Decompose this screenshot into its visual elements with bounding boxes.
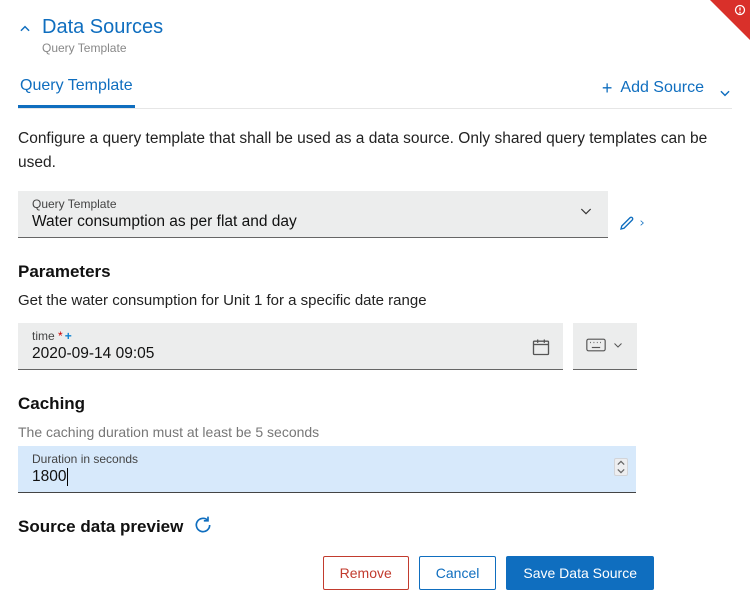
keyboard-icon xyxy=(586,338,606,355)
section-description: Configure a query template that shall be… xyxy=(18,127,732,175)
tab-query-template[interactable]: Query Template xyxy=(18,77,135,108)
caching-note: The caching duration must at least be 5 … xyxy=(18,424,732,440)
step-up-icon[interactable] xyxy=(615,459,627,467)
caching-heading: Caching xyxy=(18,394,732,414)
cancel-button[interactable]: Cancel xyxy=(419,556,497,590)
duration-value: 1800 xyxy=(32,468,626,486)
parameters-description: Get the water consumption for Unit 1 for… xyxy=(18,292,732,309)
time-label: time *+ xyxy=(32,329,553,343)
save-button[interactable]: Save Data Source xyxy=(506,556,654,590)
query-template-select[interactable]: Query Template Water consumption as per … xyxy=(18,191,608,238)
add-source-chevron-icon[interactable] xyxy=(718,86,732,100)
plus-icon: + xyxy=(602,79,613,97)
calendar-icon[interactable] xyxy=(531,337,551,360)
alert-icon xyxy=(734,4,746,19)
duration-input[interactable]: Duration in seconds 1800 xyxy=(18,446,636,493)
remove-button[interactable]: Remove xyxy=(323,556,409,590)
page-title: Data Sources xyxy=(42,16,163,39)
time-extra-dropdown[interactable] xyxy=(573,323,637,370)
query-template-value: Water consumption as per flat and day xyxy=(32,213,598,231)
add-source-button[interactable]: + Add Source xyxy=(602,79,704,107)
chevron-down-icon[interactable] xyxy=(578,203,594,219)
refresh-icon[interactable] xyxy=(193,515,213,538)
query-template-label: Query Template xyxy=(32,197,598,211)
time-input[interactable]: time *+ 2020-09-14 09:05 xyxy=(18,323,563,370)
time-value: 2020-09-14 09:05 xyxy=(32,345,553,363)
collapse-section-icon[interactable] xyxy=(18,22,32,36)
edit-query-template-button[interactable] xyxy=(618,214,646,238)
parameters-heading: Parameters xyxy=(18,262,732,282)
duration-label: Duration in seconds xyxy=(32,452,626,466)
number-stepper[interactable] xyxy=(614,458,628,476)
page-subtitle: Query Template xyxy=(42,41,163,55)
step-down-icon[interactable] xyxy=(615,467,627,475)
add-source-label: Add Source xyxy=(620,79,704,97)
chevron-down-icon xyxy=(612,338,624,354)
preview-heading: Source data preview xyxy=(18,517,183,537)
